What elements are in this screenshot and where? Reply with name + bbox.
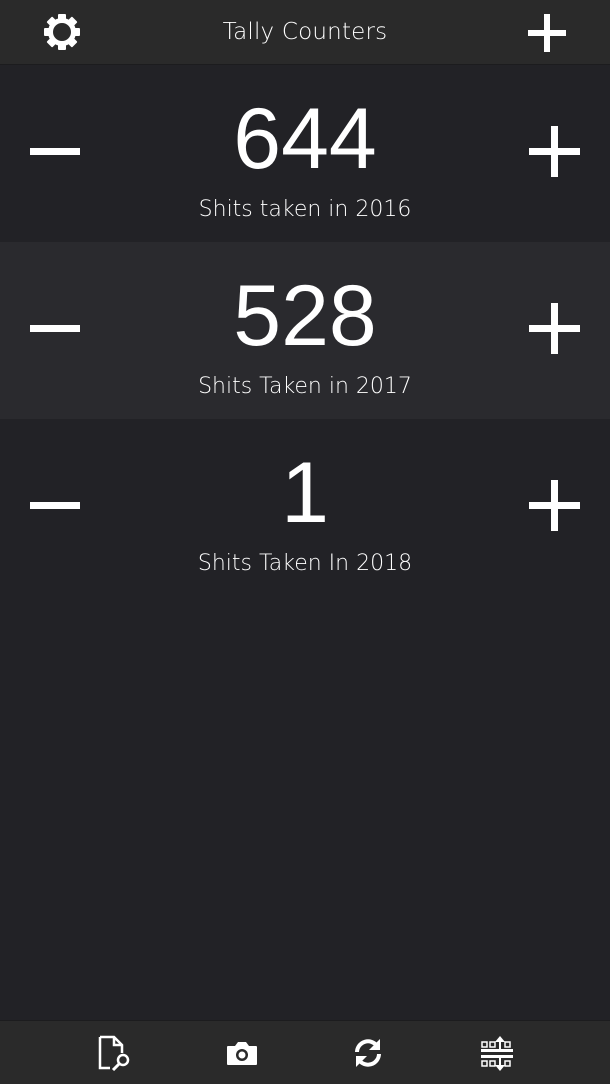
reorder-icon[interactable] [479, 1035, 515, 1071]
counter-row: 1 Shits Taken In 2018 [0, 419, 610, 596]
document-search-icon[interactable] [97, 1035, 133, 1071]
counter-label: Shits taken in 2016 [198, 197, 412, 222]
counter-value[interactable]: 1 [0, 443, 610, 543]
bottom-toolbar [0, 1020, 610, 1084]
increment-button[interactable] [529, 303, 580, 354]
sync-icon[interactable] [350, 1035, 386, 1071]
increment-button[interactable] [529, 480, 580, 531]
increment-button[interactable] [529, 126, 580, 177]
counter-label: Shits Taken In 2018 [197, 551, 413, 576]
gear-icon[interactable] [42, 12, 82, 52]
add-counter-button[interactable] [528, 14, 566, 52]
counter-row: 644 Shits taken in 2016 [0, 65, 610, 242]
camera-icon[interactable] [224, 1035, 260, 1071]
header: Tally Counters [0, 0, 610, 65]
counter-value[interactable]: 644 [0, 89, 610, 189]
page-title: Tally Counters [222, 19, 388, 45]
counter-label: Shits Taken in 2017 [198, 374, 412, 399]
counter-row: 528 Shits Taken in 2017 [0, 242, 610, 419]
counter-value[interactable]: 528 [0, 266, 610, 366]
